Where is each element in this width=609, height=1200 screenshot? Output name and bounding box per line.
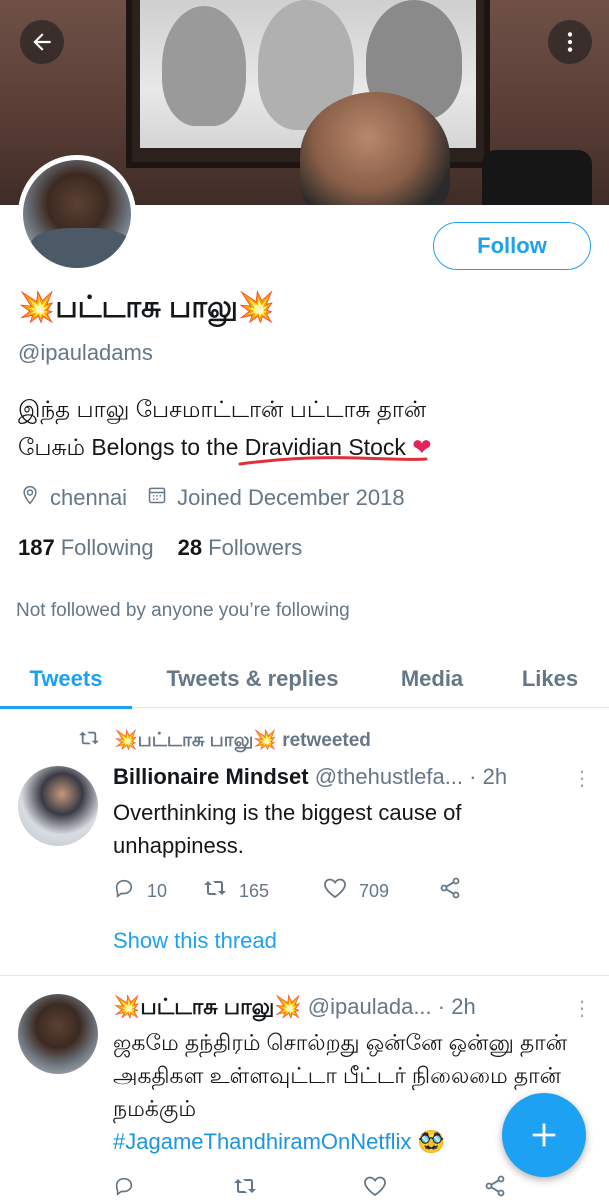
tab-tweets[interactable]: Tweets	[0, 650, 132, 709]
banner-chair	[482, 150, 592, 205]
show-thread-link[interactable]: Show this thread	[113, 928, 277, 954]
hashtag-link[interactable]: #JagameThandhiramOnNetflix	[113, 1129, 411, 1154]
followers-link[interactable]: 28 Followers	[178, 535, 303, 561]
retweet-icon	[78, 729, 100, 753]
location-pin-icon	[18, 484, 42, 512]
like-button[interactable]: 709	[323, 876, 438, 906]
tweet-author-name[interactable]: Billionaire Mindset	[113, 764, 309, 789]
calendar-icon	[145, 485, 169, 511]
bio-line-1: இந்த பாலு பேசமாட்டான் பட்டாசு தான்	[18, 396, 427, 422]
tweet-more-icon[interactable]: ⋮	[572, 766, 592, 791]
heart-icon	[323, 877, 347, 905]
tweet-author-handle: @thehustlefa...	[314, 764, 464, 789]
reply-icon	[113, 1175, 135, 1200]
tweet-item[interactable]: 💥பட்டாசு பாலு💥 retweeted Billionaire Min…	[0, 720, 609, 976]
heart-icon	[363, 1175, 387, 1200]
tweet-header: 💥பட்டாசு பாலு💥 @ipaulada... · 2h	[113, 994, 583, 1023]
red-underline-annotation	[238, 456, 428, 466]
more-options-button[interactable]	[548, 20, 592, 64]
reply-button[interactable]: 10	[113, 876, 203, 906]
arrow-left-icon	[33, 33, 51, 51]
tweet-header: Billionaire Mindset @thehustlefa... · 2h	[113, 764, 583, 790]
tweet-author-handle: @ipaulada...	[307, 994, 432, 1019]
share-button[interactable]	[483, 1174, 519, 1200]
retweet-icon	[203, 878, 227, 904]
tweet-author-avatar[interactable]	[18, 766, 98, 846]
reply-button[interactable]	[113, 1174, 233, 1200]
profile-joined-date: Joined December 2018	[177, 485, 405, 510]
more-vertical-icon	[567, 32, 573, 52]
share-icon	[483, 1174, 507, 1200]
retweet-context: 💥பட்டாசு பாலு💥 retweeted	[78, 728, 371, 754]
profile-tabs: Tweets Tweets & replies Media Likes	[0, 650, 609, 709]
following-link[interactable]: 187 Following	[18, 535, 154, 561]
tab-tweets-replies[interactable]: Tweets & replies	[140, 650, 365, 708]
share-button[interactable]	[438, 876, 474, 906]
plus-icon	[532, 1123, 556, 1147]
disguise-emoji: 🥸	[417, 1129, 445, 1154]
profile-meta: chennai Joined December 2018	[18, 484, 405, 512]
profile-location: chennai	[50, 485, 128, 510]
tweet-time: · 2h	[437, 994, 476, 1019]
retweet-button[interactable]	[233, 1174, 363, 1200]
retweet-icon	[233, 1176, 257, 1200]
reply-icon	[113, 877, 135, 905]
profile-display-name: 💥பட்டாசு பாலு💥	[18, 291, 276, 324]
tweet-author-avatar[interactable]	[18, 994, 98, 1074]
follow-button[interactable]: Follow	[433, 222, 591, 270]
tweet-time: · 2h	[469, 764, 508, 789]
like-button[interactable]	[363, 1174, 483, 1200]
tab-likes[interactable]: Likes	[504, 650, 596, 708]
tweet-author-name[interactable]: 💥பட்டாசு பாலு💥	[113, 994, 302, 1019]
profile-handle: @ipauladams	[18, 340, 153, 365]
tab-media[interactable]: Media	[378, 650, 486, 708]
back-button[interactable]	[20, 20, 64, 64]
compose-tweet-button[interactable]	[502, 1093, 586, 1177]
tweet-actions	[113, 1174, 519, 1200]
tweet-actions: 10 165 709	[113, 876, 474, 906]
profile-avatar[interactable]	[18, 155, 136, 273]
not-followed-notice: Not followed by anyone you’re following	[16, 600, 350, 621]
retweet-button[interactable]: 165	[203, 876, 323, 906]
tweet-text: Overthinking is the biggest cause of unh…	[113, 800, 462, 858]
profile-stats: 187 Following 28 Followers	[18, 535, 302, 561]
tweet-more-icon[interactable]: ⋮	[572, 996, 592, 1021]
share-icon	[438, 876, 462, 906]
